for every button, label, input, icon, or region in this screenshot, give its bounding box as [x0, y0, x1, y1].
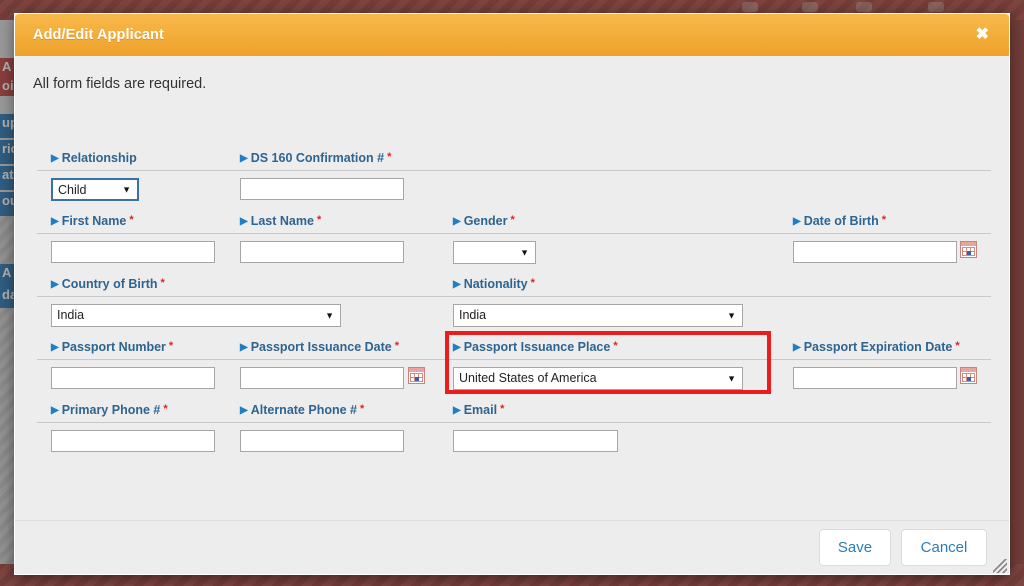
- required-asterisk: *: [500, 403, 505, 415]
- first-name-input[interactable]: [51, 241, 215, 263]
- triangle-bullet-icon: ▶: [240, 342, 248, 353]
- required-asterisk: *: [530, 277, 535, 289]
- required-asterisk: *: [394, 340, 400, 352]
- resize-grip-icon[interactable]: [993, 559, 1007, 573]
- form-input-row: United States of America ▼: [37, 367, 991, 401]
- chevron-down-icon: ▼: [122, 184, 131, 194]
- triangle-bullet-icon: ▶: [51, 216, 59, 227]
- label-passport-expiration-date: ▶ Passport Expiration Date *: [793, 338, 960, 358]
- triangle-bullet-icon: ▶: [453, 279, 461, 290]
- required-asterisk: *: [881, 214, 886, 226]
- triangle-bullet-icon: ▶: [240, 405, 248, 416]
- form-label-row: ▶ Primary Phone # * ▶ Alternate Phone # * ▶ E…: [37, 401, 991, 423]
- gender-select[interactable]: ▼: [453, 241, 536, 264]
- required-asterisk: *: [510, 214, 515, 226]
- dialog-title: Add/Edit Applicant: [33, 27, 164, 43]
- passport-issuance-date-input[interactable]: [240, 367, 404, 389]
- form-input-row: ▼: [37, 241, 991, 275]
- calendar-icon[interactable]: [960, 367, 977, 384]
- calendar-highlight: [967, 377, 971, 381]
- email-input[interactable]: [453, 430, 618, 452]
- triangle-bullet-icon: ▶: [453, 216, 461, 227]
- label-relationship: ▶ Relationship: [51, 149, 137, 169]
- label-gender: ▶ Gender *: [453, 212, 515, 232]
- label-ds160-confirmation: ▶ DS 160 Confirmation # *: [240, 149, 391, 169]
- triangle-bullet-icon: ▶: [51, 405, 59, 416]
- form-input-row: Child ▼: [37, 178, 991, 212]
- label-passport-issuance-place: ▶ Passport Issuance Place *: [453, 338, 618, 358]
- close-icon[interactable]: ✖: [972, 25, 993, 45]
- calendar-highlight: [415, 377, 419, 381]
- triangle-bullet-icon: ▶: [240, 216, 248, 227]
- calendar-icon[interactable]: [408, 367, 425, 384]
- required-asterisk: *: [168, 340, 174, 352]
- triangle-bullet-icon: ▶: [453, 342, 461, 353]
- required-asterisk: *: [316, 214, 322, 226]
- form-label-row: ▶ First Name * ▶ Last Name * ▶ Gender * ▶ Date …: [37, 212, 991, 234]
- chevron-down-icon: ▼: [325, 310, 334, 320]
- label-passport-issuance-date: ▶ Passport Issuance Date *: [240, 338, 399, 358]
- form-label-row: ▶ Country of Birth * ▶ Nationality *: [37, 275, 991, 297]
- required-asterisk: *: [387, 151, 392, 163]
- label-passport-number: ▶ Passport Number *: [51, 338, 173, 358]
- applicant-form: ▶ Relationship ▶ DS 160 Confirmation # * Ch…: [37, 149, 991, 464]
- calendar-icon[interactable]: [960, 241, 977, 258]
- last-name-input[interactable]: [240, 241, 404, 263]
- label-alternate-phone: ▶ Alternate Phone # *: [240, 401, 364, 421]
- form-label-row: ▶ Passport Number * ▶ Passport Issuance Dat…: [37, 338, 991, 360]
- triangle-bullet-icon: ▶: [793, 342, 801, 353]
- label-nationality: ▶ Nationality *: [453, 275, 535, 295]
- label-first-name: ▶ First Name *: [51, 212, 134, 232]
- nationality-select[interactable]: India ▼: [453, 304, 743, 327]
- label-email: ▶ Email *: [453, 401, 504, 421]
- label-last-name: ▶ Last Name *: [240, 212, 321, 232]
- required-asterisk: *: [129, 214, 134, 226]
- ds160-confirmation-input[interactable]: [240, 178, 404, 200]
- triangle-bullet-icon: ▶: [51, 342, 59, 353]
- save-button[interactable]: Save: [819, 529, 891, 566]
- required-fields-note: All form fields are required.: [33, 76, 207, 92]
- triangle-bullet-icon: ▶: [51, 279, 59, 290]
- cancel-button[interactable]: Cancel: [901, 529, 987, 566]
- dialog-footer: Save Cancel: [15, 520, 1009, 574]
- calendar-highlight: [967, 251, 971, 255]
- date-of-birth-input[interactable]: [793, 241, 957, 263]
- relationship-value: Child: [58, 183, 87, 197]
- form-label-row: ▶ Relationship ▶ DS 160 Confirmation # *: [37, 149, 991, 171]
- dialog-body: All form fields are required. ▶ Relations…: [15, 56, 1009, 520]
- passport-issuance-place-value: United States of America: [459, 371, 597, 385]
- label-primary-phone: ▶ Primary Phone # *: [51, 401, 168, 421]
- triangle-bullet-icon: ▶: [51, 153, 59, 164]
- triangle-bullet-icon: ▶: [453, 405, 461, 416]
- passport-issuance-place-select[interactable]: United States of America ▼: [453, 367, 743, 390]
- add-edit-applicant-dialog: Add/Edit Applicant ✖ All form fields are…: [14, 13, 1010, 575]
- required-asterisk: *: [613, 340, 618, 352]
- chevron-down-icon: ▼: [727, 373, 736, 383]
- required-asterisk: *: [955, 340, 960, 352]
- form-input-row: [37, 430, 991, 464]
- passport-expiration-date-input[interactable]: [793, 367, 957, 389]
- country-of-birth-value: India: [57, 308, 85, 322]
- alternate-phone-input[interactable]: [240, 430, 404, 452]
- chevron-down-icon: ▼: [520, 247, 529, 257]
- required-asterisk: *: [160, 277, 165, 289]
- relationship-select[interactable]: Child ▼: [51, 178, 139, 201]
- chevron-down-icon: ▼: [727, 310, 736, 320]
- country-of-birth-select[interactable]: India ▼: [51, 304, 341, 327]
- label-date-of-birth: ▶ Date of Birth *: [793, 212, 886, 232]
- label-country-of-birth: ▶ Country of Birth *: [51, 275, 165, 295]
- required-asterisk: *: [163, 403, 168, 415]
- nationality-value: India: [459, 308, 487, 322]
- primary-phone-input[interactable]: [51, 430, 215, 452]
- dialog-header: Add/Edit Applicant ✖: [15, 14, 1009, 56]
- passport-number-input[interactable]: [51, 367, 215, 389]
- form-input-row: India ▼ India ▼: [37, 304, 991, 338]
- triangle-bullet-icon: ▶: [240, 153, 248, 164]
- triangle-bullet-icon: ▶: [793, 216, 801, 227]
- required-asterisk: *: [359, 403, 365, 415]
